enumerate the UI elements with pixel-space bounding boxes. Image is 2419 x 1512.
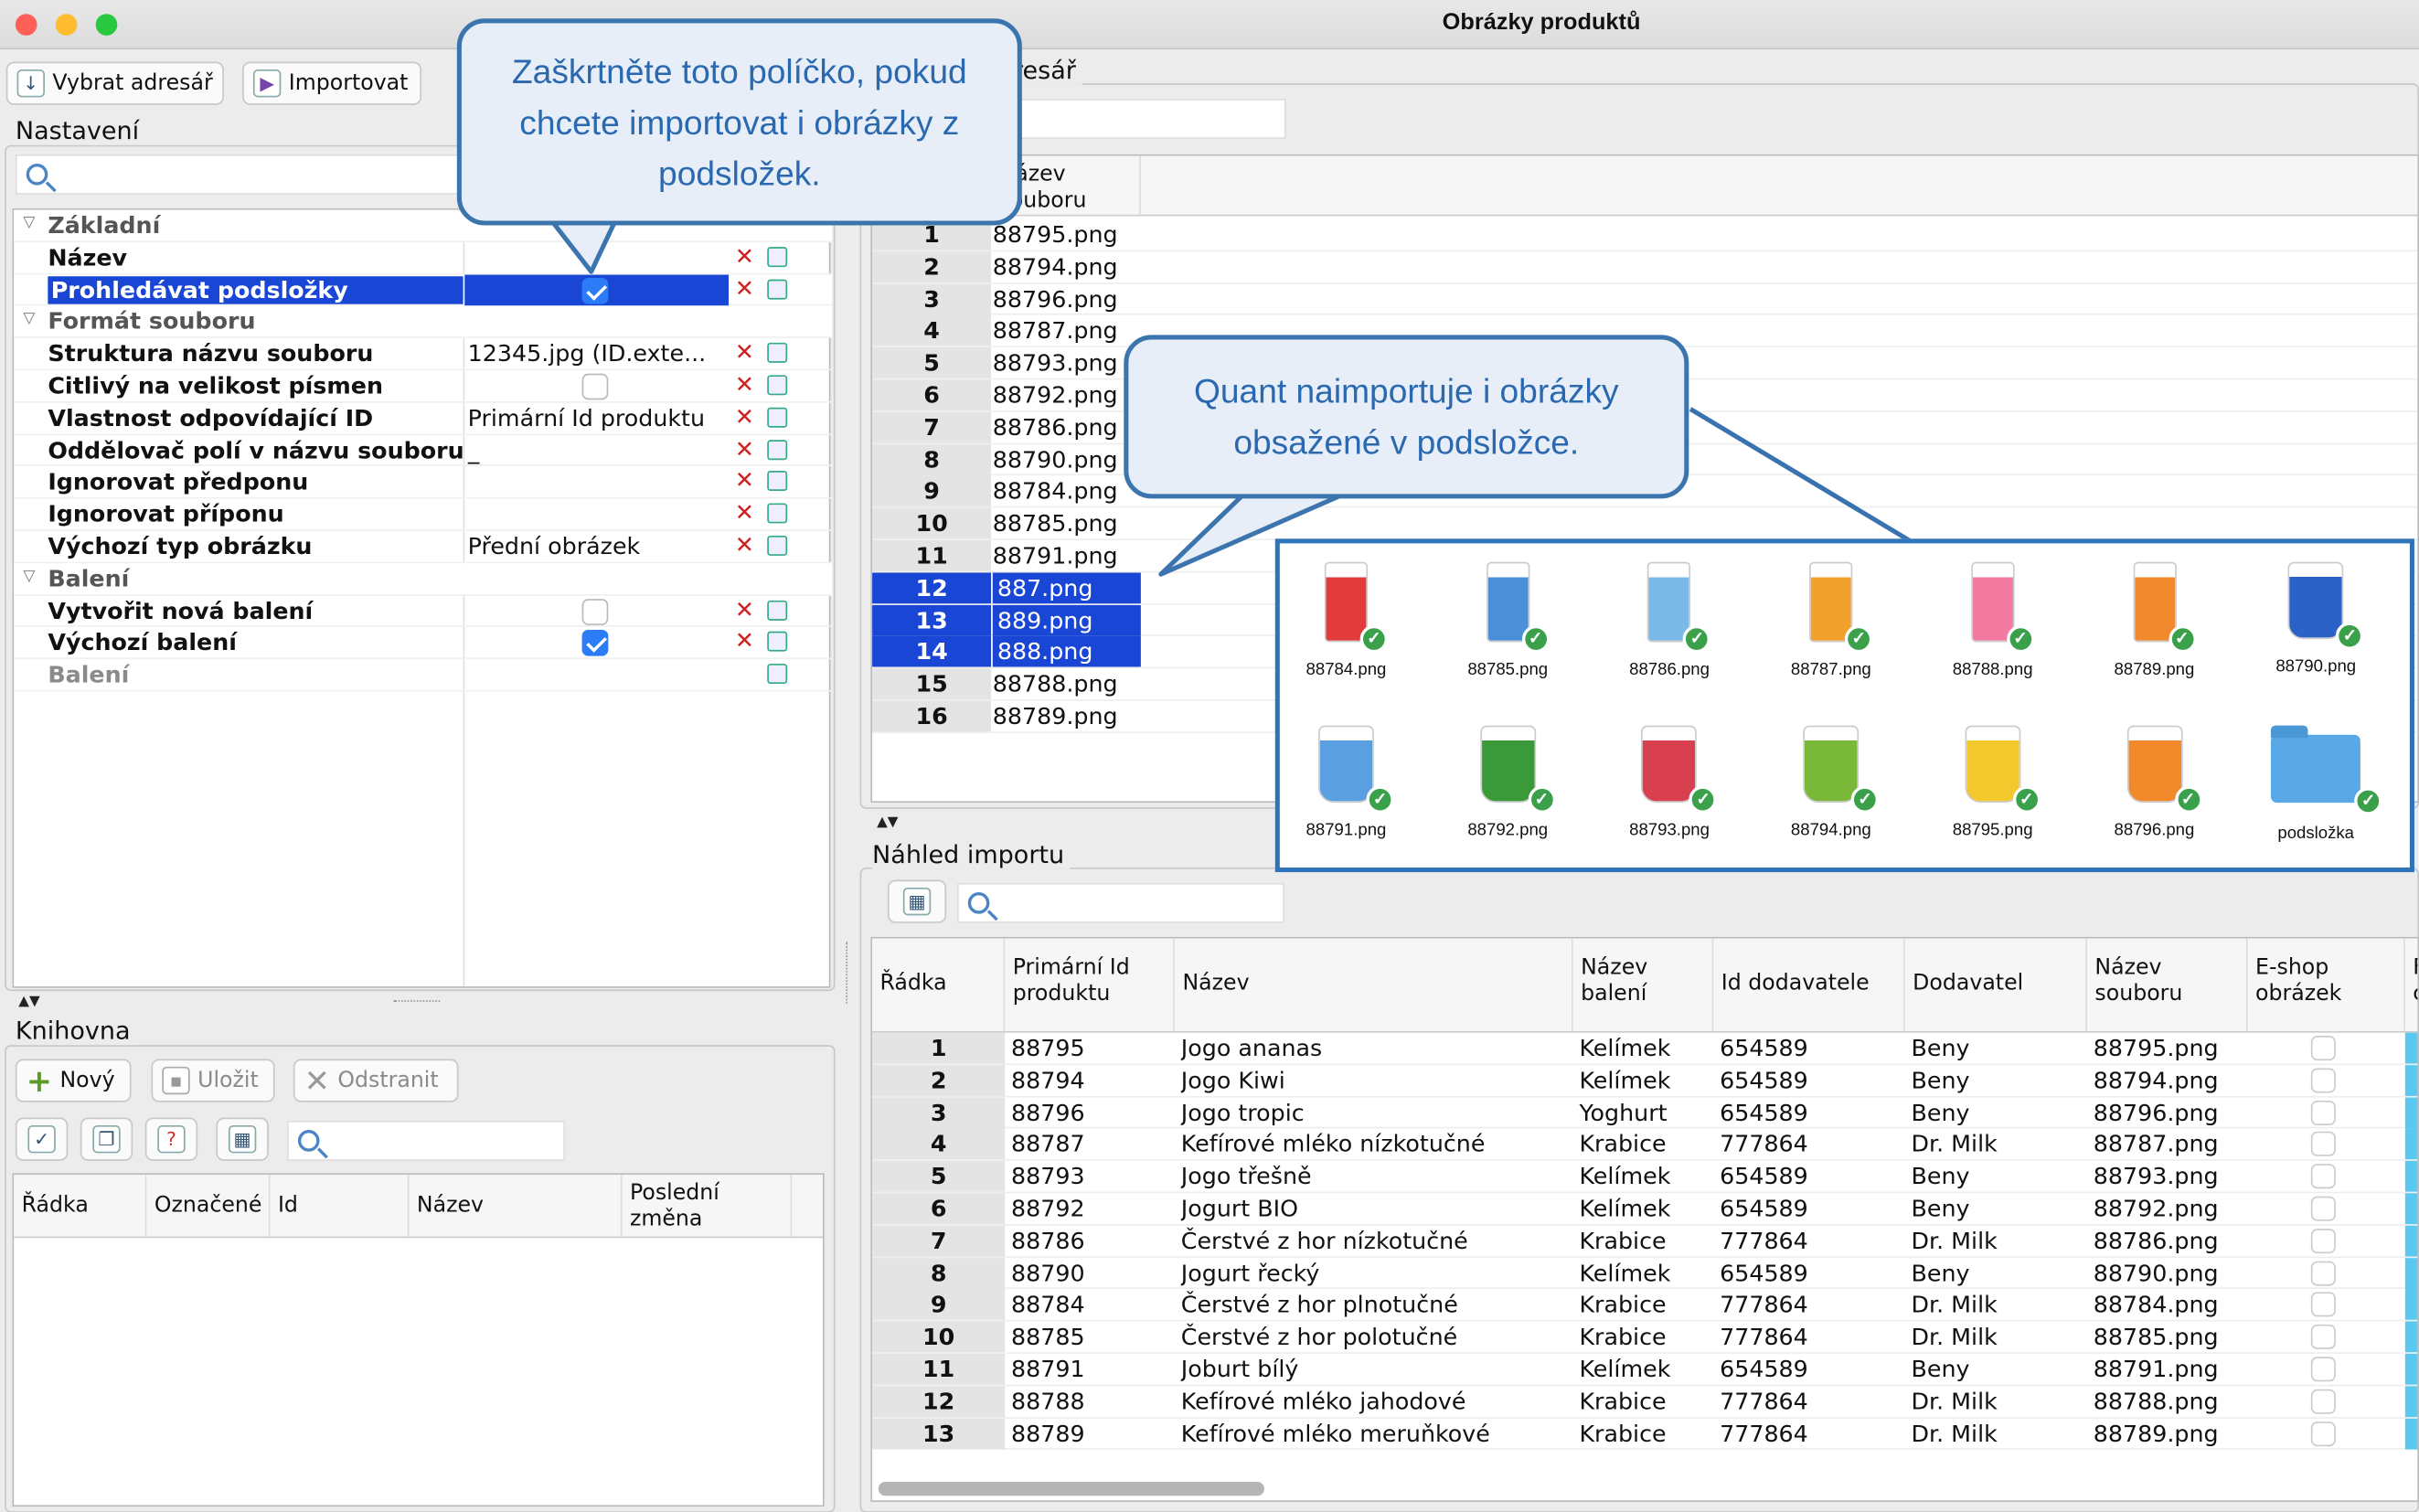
product-image-icon: ✓ xyxy=(2132,561,2197,654)
image-thumb[interactable]: ✓ 88795.png xyxy=(1913,725,2073,840)
product-image-icon: ✓ xyxy=(1647,561,1711,654)
check-badge-icon: ✓ xyxy=(2336,622,2364,650)
product-image-icon: ✓ xyxy=(1318,725,1394,814)
folder-icon: ✓ xyxy=(2271,725,2382,815)
app-window: Obrázky produktů ↓ Vybrat adresář ▶ Impo… xyxy=(0,0,2419,1512)
image-thumb[interactable]: ✓ 88788.png xyxy=(1913,561,2073,679)
check-badge-icon: ✓ xyxy=(1359,624,1389,654)
image-thumb[interactable]: ✓ 88785.png xyxy=(1427,561,1588,679)
thumbnails-panel: ✓ 88784.png ✓ 88785.png ✓ 88786.png ✓ 88787.png… xyxy=(1274,538,2414,873)
check-badge-icon: ✓ xyxy=(1521,624,1550,654)
thumb-label: 88793.png xyxy=(1629,821,1710,840)
check-badge-icon: ✓ xyxy=(1845,624,1873,654)
image-thumb[interactable]: ✓ 88784.png xyxy=(1266,561,1427,679)
image-thumb[interactable]: ✓ 88787.png xyxy=(1751,561,1912,679)
check-badge-icon: ✓ xyxy=(2354,787,2382,815)
check-badge-icon: ✓ xyxy=(1683,624,1711,654)
product-image-icon: ✓ xyxy=(1324,561,1389,654)
thumb-label: 88794.png xyxy=(1790,821,1871,840)
product-image-icon: ✓ xyxy=(2126,725,2202,814)
subfolder-thumb[interactable]: ✓ podsložka xyxy=(2235,725,2396,843)
image-thumb[interactable]: ✓ 88791.png xyxy=(1266,725,1427,840)
check-badge-icon: ✓ xyxy=(1850,785,1880,814)
thumb-label: 88791.png xyxy=(1305,821,1387,840)
thumb-label: podsložka xyxy=(2277,824,2355,843)
thumb-label: 88790.png xyxy=(2275,657,2357,676)
check-badge-icon: ✓ xyxy=(1689,785,1718,814)
thumb-label: 88788.png xyxy=(1952,660,2033,679)
product-image-icon: ✓ xyxy=(2287,561,2364,650)
check-badge-icon: ✓ xyxy=(2012,785,2041,814)
thumb-label: 88792.png xyxy=(1467,821,1549,840)
product-image-icon: ✓ xyxy=(1809,561,1873,654)
thumb-label: 88785.png xyxy=(1467,660,1549,679)
image-thumb[interactable]: ✓ 88794.png xyxy=(1751,725,1912,840)
callout-subfolders: Zaškrtněte toto políčko, pokud chcete im… xyxy=(456,18,1022,226)
thumb-label: 88784.png xyxy=(1305,660,1387,679)
image-thumb[interactable]: ✓ 88790.png xyxy=(2235,561,2396,676)
thumb-label: 88796.png xyxy=(2114,821,2195,840)
thumb-label: 88787.png xyxy=(1790,660,1871,679)
image-thumb[interactable]: ✓ 88786.png xyxy=(1589,561,1750,679)
check-badge-icon: ✓ xyxy=(2174,785,2202,814)
callout-quant: Quant naimportuje i obrázky obsažené v p… xyxy=(1124,335,1689,499)
check-badge-icon: ✓ xyxy=(2006,624,2035,654)
thumb-label: 88795.png xyxy=(1952,821,2033,840)
product-image-icon: ✓ xyxy=(1803,725,1880,814)
product-image-icon: ✓ xyxy=(1965,725,2041,814)
check-badge-icon: ✓ xyxy=(1528,785,1556,814)
image-thumb[interactable]: ✓ 88796.png xyxy=(2074,725,2235,840)
check-badge-icon: ✓ xyxy=(1366,785,1394,814)
thumb-label: 88789.png xyxy=(2114,660,2195,679)
image-thumb[interactable]: ✓ 88793.png xyxy=(1589,725,1750,840)
check-badge-icon: ✓ xyxy=(2168,624,2197,654)
product-image-icon: ✓ xyxy=(1479,725,1556,814)
product-image-icon: ✓ xyxy=(1970,561,2035,654)
product-image-icon: ✓ xyxy=(1486,561,1550,654)
thumb-label: 88786.png xyxy=(1629,660,1710,679)
image-thumb[interactable]: ✓ 88789.png xyxy=(2074,561,2235,679)
product-image-icon: ✓ xyxy=(1641,725,1718,814)
image-thumb[interactable]: ✓ 88792.png xyxy=(1427,725,1588,840)
